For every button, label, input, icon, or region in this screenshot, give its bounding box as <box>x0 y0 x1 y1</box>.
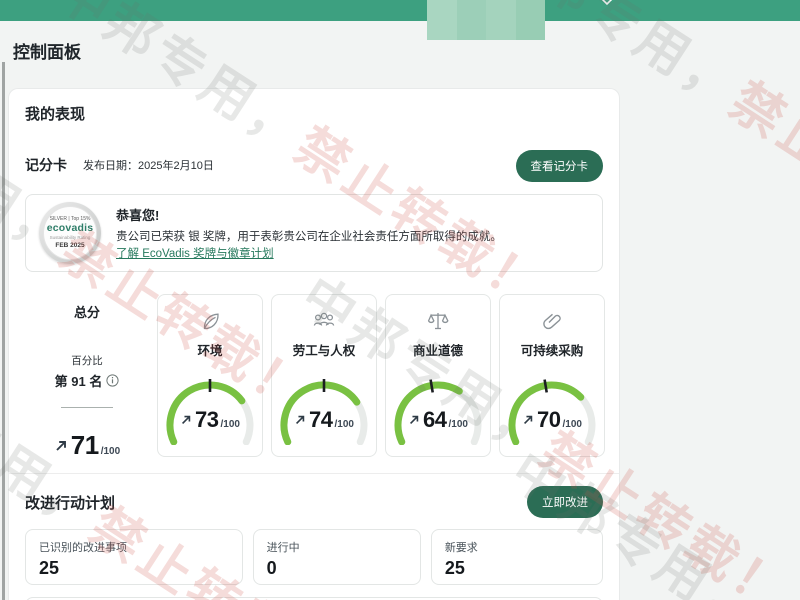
category-label: 劳工与人权 <box>272 340 376 359</box>
improvement-stats-row: 已识别的改进事项 25 进行中 0 新要求 25 <box>25 529 603 585</box>
category-score-value: 64/100 <box>386 407 490 433</box>
trend-up-arrow-icon <box>180 414 192 426</box>
stat-label: 新要求 <box>445 539 589 555</box>
scores-row: 总分 百分比 第 91 名 71 /100 <box>25 294 603 457</box>
score-gauge: 73/100 <box>158 371 262 450</box>
category-score-denominator: /100 <box>563 419 582 430</box>
category-score-card: 商业道德 64/100 <box>385 294 491 457</box>
performance-section-title: 我的表现 <box>25 103 603 124</box>
leaf-icon <box>158 308 262 334</box>
category-score-number: 73 <box>195 407 218 433</box>
medal-brand-text: ecovadis <box>47 222 94 235</box>
stat-label: 已识别的改进事项 <box>39 539 229 555</box>
category-score-value: 74/100 <box>272 407 376 433</box>
category-score-value: 70/100 <box>500 407 604 433</box>
category-score-card: 可持续采购 70/100 <box>499 294 605 457</box>
trend-up-arrow-icon <box>408 414 420 426</box>
ecovadis-silver-medal-icon: SILVER | Top 15% ecovadis Sustainability… <box>39 202 101 264</box>
medal-face: SILVER | Top 15% ecovadis Sustainability… <box>43 206 97 260</box>
category-score-number: 64 <box>423 407 446 433</box>
stat-label: 进行中 <box>267 539 407 555</box>
category-score-denominator: /100 <box>335 419 354 430</box>
category-label: 可持续采购 <box>500 340 604 359</box>
category-score-number: 70 <box>537 407 560 433</box>
nav-menu-segment[interactable] <box>427 0 457 40</box>
improvement-header-row: 改进行动计划 立即改进 <box>25 487 603 517</box>
dashboard-page: 控制面板 我的表现 记分卡 发布日期：2025年2月10日 查看记分卡 SILV… <box>0 0 800 600</box>
rank-line: 第 91 名 <box>25 371 149 390</box>
scales-icon <box>386 308 490 334</box>
congratulations-banner: SILVER | Top 15% ecovadis Sustainability… <box>25 194 603 272</box>
category-score-card: 环境 73/100 <box>157 294 263 457</box>
total-score-number: 71 <box>71 430 99 461</box>
nav-menu-segment[interactable] <box>457 0 487 40</box>
category-score-number: 74 <box>309 407 332 433</box>
category-score-denominator: /100 <box>449 419 468 430</box>
category-score-denominator: /100 <box>221 419 240 430</box>
window-edge-divider <box>2 62 5 600</box>
category-score-card: 劳工与人权 74/100 <box>271 294 377 457</box>
page-title: 控制面板 <box>13 38 81 63</box>
nav-menu-segment[interactable] <box>516 0 546 40</box>
stat-value: 0 <box>267 558 407 579</box>
info-icon[interactable] <box>106 374 119 387</box>
improvement-section-title: 改进行动计划 <box>25 492 115 513</box>
score-gauge: 64/100 <box>386 371 490 450</box>
publish-date: 发布日期：2025年2月10日 <box>83 157 214 173</box>
paperclip-icon <box>500 308 604 334</box>
stat-in-progress: 进行中 0 <box>253 529 421 585</box>
view-scorecard-button[interactable]: 查看记分卡 <box>516 150 604 182</box>
total-score-value: 71 /100 <box>25 430 149 461</box>
trend-up-arrow-icon <box>522 414 534 426</box>
medal-program-link[interactable]: 了解 EcoVadis 奖牌与徽章计划 <box>116 248 274 260</box>
stat-value: 25 <box>39 558 229 579</box>
people-icon <box>272 308 376 334</box>
rank-text: 第 91 名 <box>55 371 103 390</box>
my-performance-card: 我的表现 记分卡 发布日期：2025年2月10日 查看记分卡 SILVER | … <box>8 88 620 600</box>
stat-value: 25 <box>445 558 589 579</box>
nav-menu-highlight[interactable] <box>427 0 545 40</box>
category-score-value: 73/100 <box>158 407 262 433</box>
score-gauge: 74/100 <box>272 371 376 450</box>
category-label: 商业道德 <box>386 340 490 359</box>
top-navigation-bar <box>0 0 800 21</box>
trend-up-arrow-icon <box>294 414 306 426</box>
scorecard-header-row: 记分卡 发布日期：2025年2月10日 查看记分卡 <box>25 150 603 180</box>
nav-menu-segment[interactable] <box>486 0 516 40</box>
scorecard-label: 记分卡 <box>25 155 67 175</box>
stat-identified-improvements: 已识别的改进事项 25 <box>25 529 243 585</box>
score-gauge: 70/100 <box>500 371 604 450</box>
congratulations-text-block: 恭喜您! 贵公司已荣获 银 奖牌，用于表彰贵公司在企业社会责任方面所取得的成就。… <box>116 205 502 262</box>
trend-up-arrow-icon <box>54 439 68 453</box>
chevron-down-icon[interactable] <box>600 0 614 6</box>
congratulations-message: 贵公司已荣获 银 奖牌，用于表彰贵公司在企业社会责任方面所取得的成就。 <box>116 228 502 244</box>
total-score-label: 总分 <box>25 302 149 321</box>
stat-new-requirements: 新要求 25 <box>431 529 603 585</box>
medal-date-text: FEB 2025 <box>55 242 84 250</box>
medal-tagline-text: Sustainability Rating <box>50 235 91 241</box>
section-divider <box>9 473 619 474</box>
total-score-column: 总分 百分比 第 91 名 71 /100 <box>25 294 149 457</box>
total-divider <box>61 407 113 408</box>
percentile-label: 百分比 <box>25 353 149 368</box>
congratulations-title: 恭喜您! <box>116 205 502 224</box>
total-score-denominator: /100 <box>101 446 120 457</box>
improve-now-button[interactable]: 立即改进 <box>527 486 603 518</box>
category-label: 环境 <box>158 340 262 359</box>
